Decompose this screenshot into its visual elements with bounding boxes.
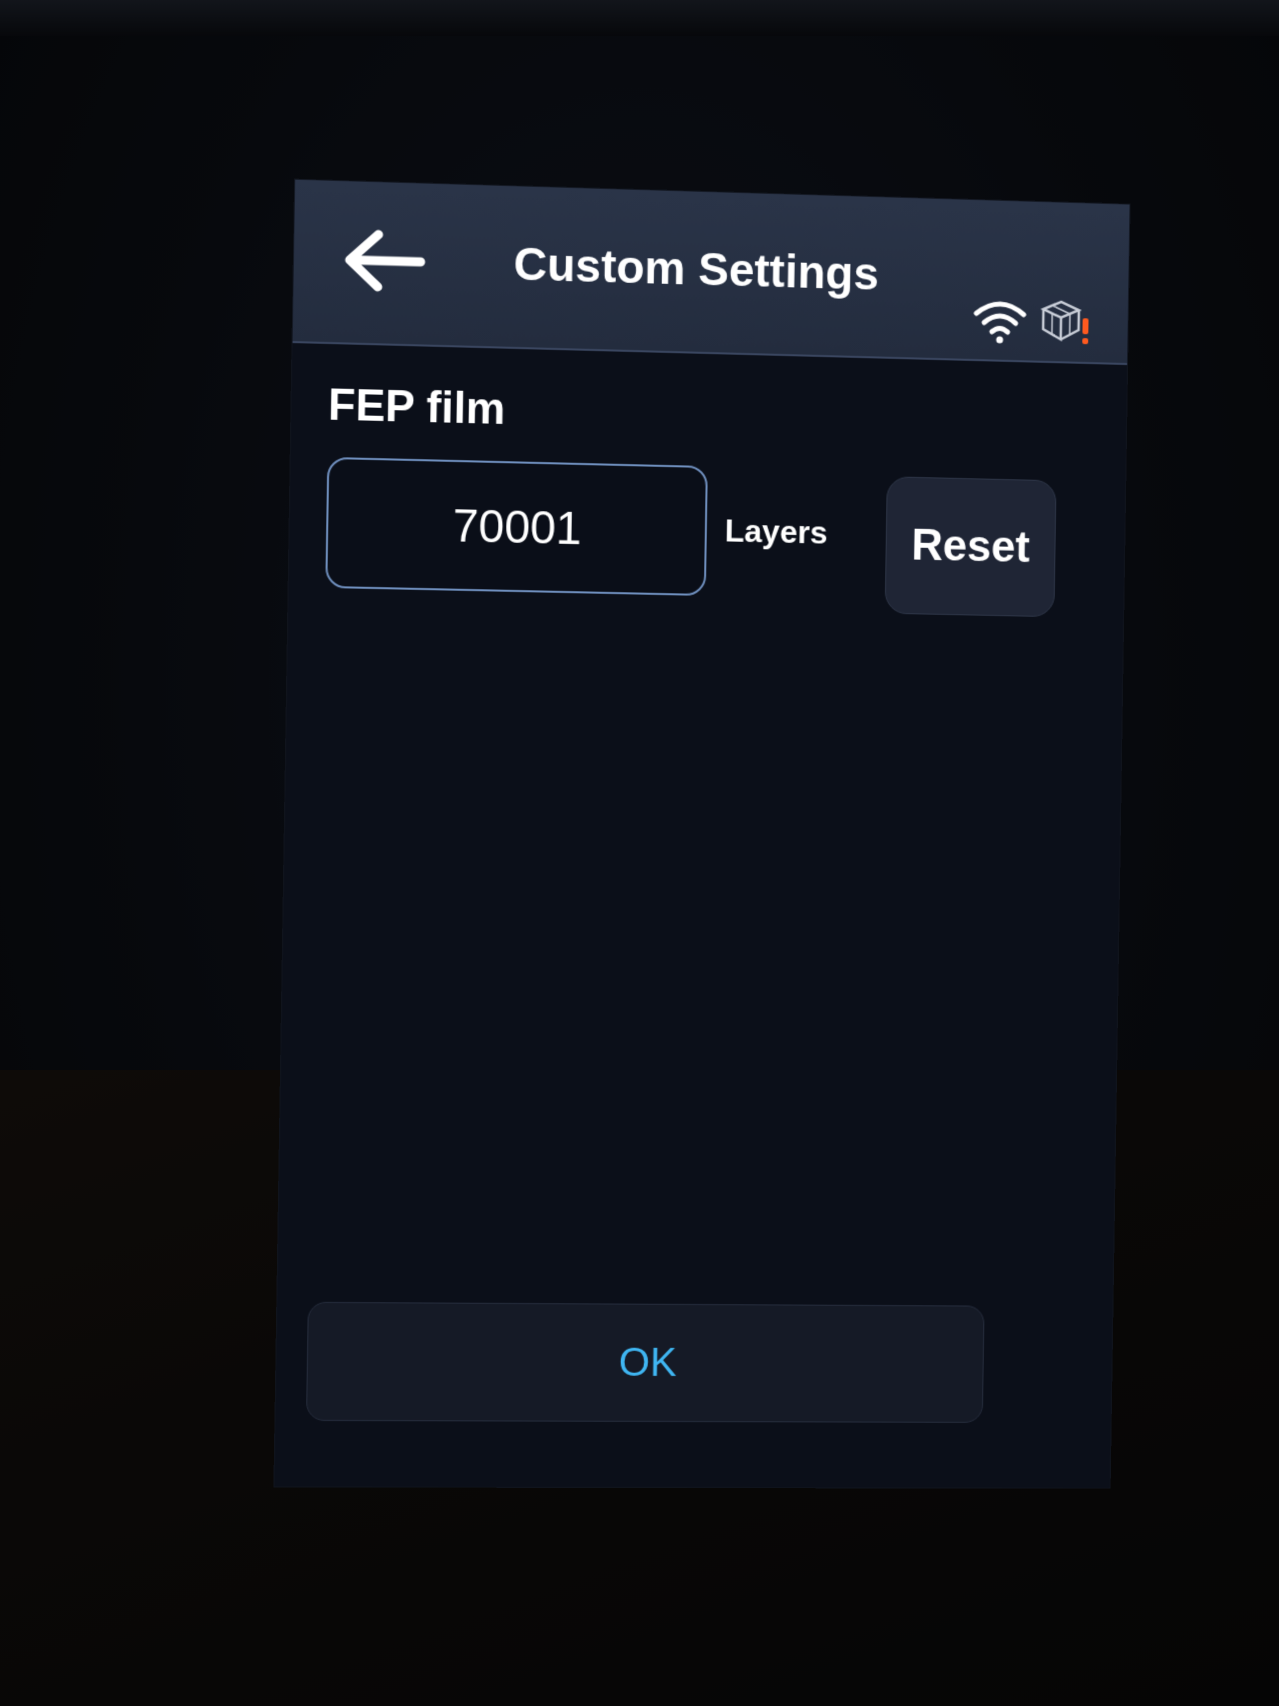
ok-button[interactable]: OK xyxy=(305,1301,985,1423)
device-bezel xyxy=(0,0,1279,36)
header-bar: Custom Settings xyxy=(292,179,1130,366)
page-title: Custom Settings xyxy=(513,237,880,300)
photo-scene: Custom Settings FEP film 70001 Layers Re… xyxy=(0,0,1279,1706)
unit-label: Layers xyxy=(724,512,828,551)
layers-value-field[interactable]: 70001 xyxy=(325,456,708,596)
back-button[interactable] xyxy=(334,219,432,302)
reset-button[interactable]: Reset xyxy=(884,476,1057,618)
wifi-icon xyxy=(970,295,1030,344)
touch-screen: Custom Settings FEP film 70001 Layers Re… xyxy=(274,179,1130,1488)
resin-box-warning-icon xyxy=(1039,295,1089,348)
setting-label: FEP film xyxy=(327,380,506,435)
arrow-left-icon xyxy=(339,227,427,294)
